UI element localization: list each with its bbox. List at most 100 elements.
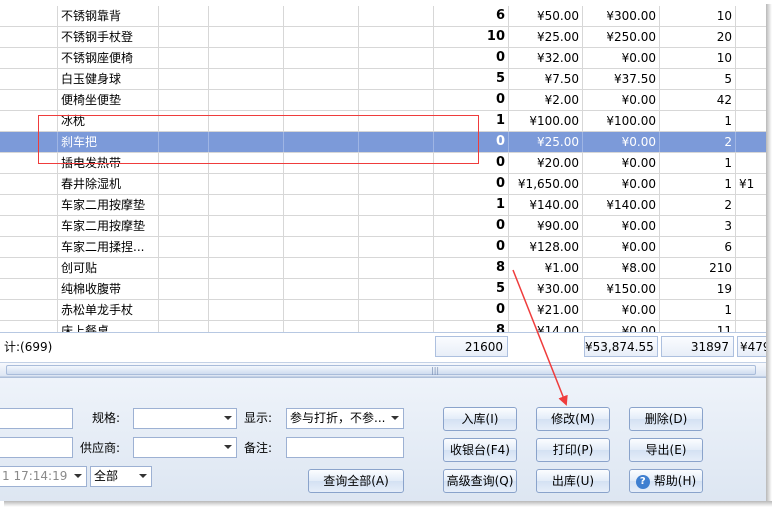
cell-empty[interactable] — [209, 48, 284, 68]
cell-name[interactable]: 车家二用揉捏... — [58, 237, 159, 257]
cell-stock[interactable]: 11 — [660, 321, 736, 332]
export-button[interactable]: 导出(E) — [629, 438, 703, 462]
cell-qty[interactable]: 8 — [434, 321, 509, 332]
cell-stock[interactable]: 2 — [660, 195, 736, 215]
cell-price[interactable]: ¥20.00 — [509, 153, 583, 173]
cell-extra[interactable] — [736, 300, 766, 320]
cell-name[interactable]: 赤松单龙手杖 — [58, 300, 159, 320]
cell-amount[interactable]: ¥0.00 — [583, 153, 660, 173]
cell-empty[interactable] — [159, 195, 209, 215]
cell-extra[interactable] — [736, 153, 766, 173]
cell-empty[interactable] — [359, 237, 434, 257]
cell-empty[interactable] — [209, 69, 284, 89]
cell-empty[interactable] — [0, 195, 58, 215]
cell-empty[interactable] — [159, 300, 209, 320]
cell-qty[interactable]: 0 — [434, 300, 509, 320]
cell-qty[interactable]: 5 — [434, 279, 509, 299]
cell-stock[interactable]: 6 — [660, 237, 736, 257]
cell-stock[interactable]: 10 — [660, 6, 736, 26]
cell-empty[interactable] — [209, 174, 284, 194]
cell-empty[interactable] — [0, 48, 58, 68]
cell-extra[interactable] — [736, 258, 766, 278]
cell-price[interactable]: ¥30.00 — [509, 279, 583, 299]
cell-price[interactable]: ¥50.00 — [509, 6, 583, 26]
cell-empty[interactable] — [0, 27, 58, 47]
cell-empty[interactable] — [359, 300, 434, 320]
cell-extra[interactable] — [736, 321, 766, 332]
cell-amount[interactable]: ¥0.00 — [583, 132, 660, 152]
cell-stock[interactable]: 1 — [660, 300, 736, 320]
cell-empty[interactable] — [359, 153, 434, 173]
cell-extra[interactable] — [736, 111, 766, 131]
cell-empty[interactable] — [0, 111, 58, 131]
supplier-dropdown[interactable] — [133, 437, 237, 458]
cell-name[interactable]: 创可贴 — [58, 258, 159, 278]
cell-name[interactable]: 便椅坐便垫 — [58, 90, 159, 110]
stock-in-button[interactable]: 入库(I) — [443, 407, 517, 431]
cell-amount[interactable]: ¥0.00 — [583, 321, 660, 332]
cell-price[interactable]: ¥140.00 — [509, 195, 583, 215]
cell-qty[interactable]: 6 — [434, 6, 509, 26]
cell-empty[interactable] — [284, 27, 359, 47]
cell-empty[interactable] — [0, 258, 58, 278]
cell-empty[interactable] — [159, 132, 209, 152]
scrollbar-thumb[interactable]: ||| — [6, 365, 756, 375]
cell-price[interactable]: ¥32.00 — [509, 48, 583, 68]
cell-name[interactable]: 床上餐桌 — [58, 321, 159, 332]
cell-stock[interactable]: 1 — [660, 111, 736, 131]
cell-empty[interactable] — [159, 321, 209, 332]
table-row[interactable]: 不锈钢靠背 6 ¥50.00 ¥300.00 10 — [0, 6, 766, 27]
cell-qty[interactable]: 5 — [434, 69, 509, 89]
cell-empty[interactable] — [159, 216, 209, 236]
help-button[interactable]: ? 帮助(H) — [629, 469, 703, 493]
cell-empty[interactable] — [159, 90, 209, 110]
cell-empty[interactable] — [209, 27, 284, 47]
cell-empty[interactable] — [0, 69, 58, 89]
name-input[interactable] — [0, 408, 73, 429]
cell-stock[interactable]: 1 — [660, 174, 736, 194]
cell-empty[interactable] — [0, 174, 58, 194]
print-button[interactable]: 打印(P) — [536, 438, 610, 462]
cell-extra[interactable] — [736, 90, 766, 110]
cell-name[interactable]: 车家二用按摩垫 — [58, 216, 159, 236]
cashier-button[interactable]: 收银台(F4) — [443, 438, 517, 462]
cell-name[interactable]: 不锈钢座便椅 — [58, 48, 159, 68]
cell-empty[interactable] — [0, 279, 58, 299]
cell-name[interactable]: 不锈钢靠背 — [58, 6, 159, 26]
cell-empty[interactable] — [284, 153, 359, 173]
cell-empty[interactable] — [284, 321, 359, 332]
scope-dropdown[interactable]: 全部 — [90, 466, 152, 487]
cell-qty[interactable]: 10 — [434, 27, 509, 47]
cell-name[interactable]: 冰枕 — [58, 111, 159, 131]
cell-empty[interactable] — [359, 111, 434, 131]
cell-empty[interactable] — [359, 27, 434, 47]
cell-extra[interactable] — [736, 195, 766, 215]
table-row[interactable]: 刹车把 0 ¥25.00 ¥0.00 2 — [0, 132, 766, 153]
table-row[interactable]: 纯棉收腹带 5 ¥30.00 ¥150.00 19 — [0, 279, 766, 300]
cell-empty[interactable] — [0, 321, 58, 332]
cell-empty[interactable] — [209, 195, 284, 215]
cell-empty[interactable] — [0, 90, 58, 110]
cell-empty[interactable] — [159, 153, 209, 173]
table-row[interactable]: 插电发热带 0 ¥20.00 ¥0.00 1 — [0, 153, 766, 174]
cell-price[interactable]: ¥25.00 — [509, 132, 583, 152]
cell-price[interactable]: ¥1,650.00 — [509, 174, 583, 194]
cell-name[interactable]: 不锈钢手杖登 — [58, 27, 159, 47]
cell-qty[interactable]: 1 — [434, 111, 509, 131]
cell-amount[interactable]: ¥0.00 — [583, 237, 660, 257]
cell-extra[interactable] — [736, 279, 766, 299]
cell-name[interactable]: 纯棉收腹带 — [58, 279, 159, 299]
horizontal-scrollbar[interactable]: ||| — [0, 362, 766, 377]
cell-empty[interactable] — [359, 69, 434, 89]
cell-empty[interactable] — [159, 69, 209, 89]
cell-empty[interactable] — [159, 111, 209, 131]
cell-name[interactable]: 车家二用按摩垫 — [58, 195, 159, 215]
cell-extra[interactable] — [736, 132, 766, 152]
cell-empty[interactable] — [359, 258, 434, 278]
cell-empty[interactable] — [209, 237, 284, 257]
table-row[interactable]: 白玉健身球 5 ¥7.50 ¥37.50 5 — [0, 69, 766, 90]
cell-empty[interactable] — [159, 48, 209, 68]
stock-out-button[interactable]: 出库(U) — [536, 469, 610, 493]
cell-stock[interactable]: 210 — [660, 258, 736, 278]
cell-name[interactable]: 白玉健身球 — [58, 69, 159, 89]
